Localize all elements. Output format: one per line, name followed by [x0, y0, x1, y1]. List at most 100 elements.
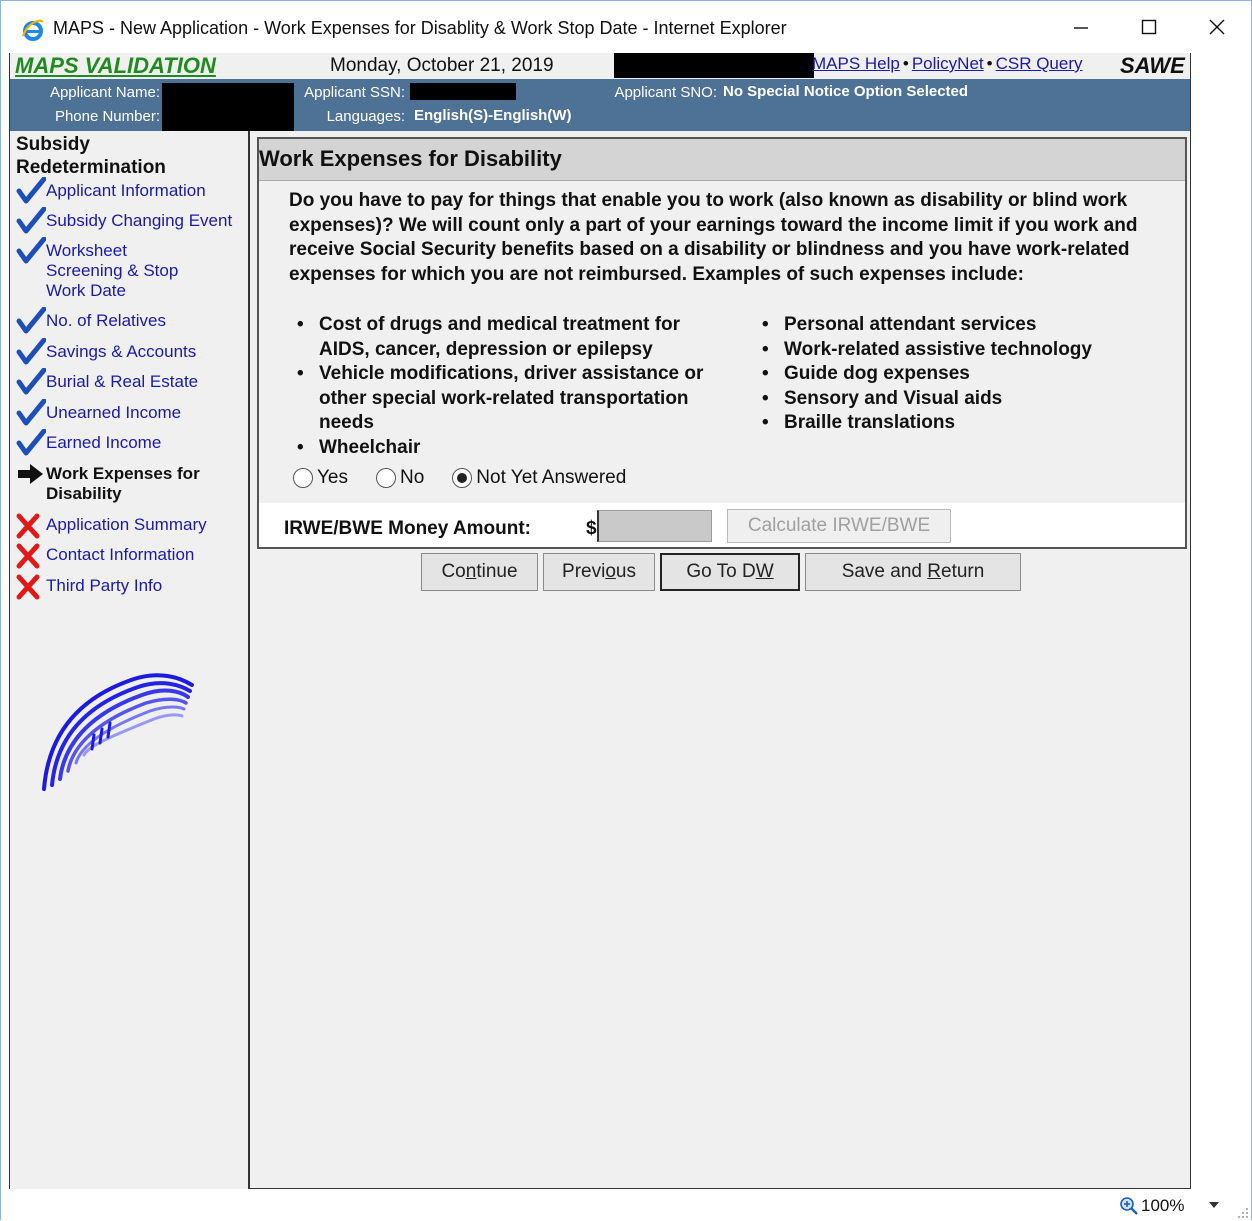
sidebar-item-earned-income[interactable]: Earned Income: [16, 429, 162, 457]
continue-button[interactable]: Co n tinue: [421, 553, 538, 591]
current-date: Monday, October 21, 2019: [330, 55, 554, 76]
radio-label: Not Yet Answered: [476, 467, 627, 488]
checkmark-icon: [16, 177, 46, 204]
sidebar-item-burial-real-estate[interactable]: Burial & Real Estate: [16, 368, 199, 396]
resize-grip-icon[interactable]: [1237, 1207, 1249, 1219]
sidebar-item-label: Worksheet Screening & Stop Work Date: [46, 241, 179, 300]
minimize-button[interactable]: [1057, 9, 1105, 45]
maximize-icon: [1141, 19, 1157, 35]
languages-value: English(S)-English(W): [414, 107, 572, 124]
button-text: tinue: [476, 561, 518, 582]
csr-query-link[interactable]: CSR Query: [996, 54, 1083, 73]
sidebar-item-unearned-income[interactable]: Unearned Income: [16, 399, 181, 427]
money-amount-row: IRWE/BWE Money Amount: $ Calculate IRWE/…: [259, 503, 1185, 547]
zoom-level[interactable]: 100%: [1141, 1196, 1184, 1216]
radio-button-selected[interactable]: [452, 468, 473, 488]
sidebar-title: Subsidy Redetermination: [16, 134, 166, 178]
work-expenses-panel: Work Expenses for Disability Do you have…: [257, 137, 1187, 549]
sidebar-item-label: Subsidy Changing Event: [46, 211, 233, 230]
question-text: Do you have to pay for things that enabl…: [289, 190, 1138, 285]
link-separator: •: [986, 54, 993, 73]
zoom-icon[interactable]: [1119, 1196, 1139, 1216]
access-key: R: [927, 561, 941, 582]
button-text: Save and: [841, 561, 928, 582]
list-item: Cost of drugs and medical treatment for …: [289, 313, 719, 362]
applicant-sno-label: Applicant SNO:: [614, 84, 717, 101]
expense-examples-right: Personal attendant services Work-related…: [754, 313, 1174, 436]
calculate-irwe-button[interactable]: Calculate IRWE/BWE: [727, 509, 951, 543]
radio-label: No: [400, 467, 425, 488]
section-header: Work Expenses for Disability: [259, 139, 1185, 181]
previous-button[interactable]: Previ o us: [543, 553, 655, 591]
radio-yes[interactable]: Yes: [293, 467, 348, 489]
minimize-icon: [1074, 27, 1088, 29]
maximize-button[interactable]: [1125, 9, 1173, 45]
internet-explorer-icon: [21, 19, 44, 41]
sidebar-item-third-party-info[interactable]: Third Party Info: [16, 574, 162, 601]
money-amount-label: IRWE/BWE Money Amount:: [284, 518, 531, 539]
list-item: Vehicle modifications, driver assistance…: [289, 362, 719, 436]
x-mark-icon: [16, 513, 40, 539]
list-item: Sensory and Visual aids: [754, 387, 1174, 412]
sidebar-item-application-summary[interactable]: Application Summary: [16, 513, 207, 540]
answer-radio-group: Yes No Not Yet Answered: [293, 467, 654, 489]
redacted-applicant-name: [162, 83, 294, 131]
checkmark-icon: [16, 237, 46, 264]
money-amount-input[interactable]: [597, 510, 712, 542]
sidebar-item-label: No. of Relatives: [46, 311, 166, 330]
x-mark-icon: [16, 574, 40, 600]
close-button[interactable]: [1193, 9, 1241, 45]
list-item: Braille translations: [754, 411, 1174, 436]
sidebar-item-label: Burial & Real Estate: [46, 372, 199, 391]
window-title: MAPS - New Application - Work Expenses f…: [53, 18, 787, 38]
arrow-right-icon: [18, 464, 43, 484]
sidebar-item-work-expenses[interactable]: Work Expenses for Disability: [16, 464, 216, 504]
go-to-dw-button[interactable]: Go To DW: [660, 553, 800, 591]
radio-button[interactable]: [376, 468, 396, 488]
radio-dot: [457, 473, 468, 483]
checkmark-icon: [16, 399, 46, 426]
checkmark-icon: [16, 368, 46, 395]
sidebar-item-label: Earned Income: [46, 433, 162, 452]
radio-not-yet-answered[interactable]: Not Yet Answered: [452, 467, 626, 489]
policynet-link[interactable]: PolicyNet: [912, 54, 984, 73]
radio-button[interactable]: [293, 468, 313, 488]
browser-window: MAPS - New Application - Work Expenses f…: [0, 0, 1252, 1221]
maps-validation-link[interactable]: MAPS VALIDATION: [15, 53, 216, 79]
checkmark-icon: [16, 429, 46, 456]
button-text: Co: [441, 561, 466, 582]
radio-label: Yes: [317, 467, 348, 488]
sidebar-item-contact-information[interactable]: Contact Information: [16, 543, 195, 570]
sidebar-item-label: Contact Information: [46, 545, 195, 564]
checkmark-icon: [16, 338, 46, 365]
access-key: W: [755, 561, 774, 582]
sidebar-item-label: Work Expenses for Disability: [46, 464, 200, 503]
x-mark-icon: [16, 543, 40, 569]
currency-symbol: $: [586, 518, 597, 539]
sawe-label: SAWE: [1120, 53, 1185, 78]
sidebar-item-subsidy-changing-event[interactable]: Subsidy Changing Event: [16, 207, 233, 235]
applicant-sno-value: No Special Notice Option Selected: [723, 83, 969, 100]
radio-no[interactable]: No: [376, 467, 424, 489]
list-item: Wheelchair: [289, 436, 719, 461]
redacted-block: [614, 53, 814, 78]
list-item: Personal attendant services: [754, 313, 1174, 338]
maps-help-link[interactable]: MAPS Help: [812, 54, 900, 73]
ssa-eagle-logo: [42, 673, 194, 791]
expense-examples-left: Cost of drugs and medical treatment for …: [289, 313, 719, 460]
access-key: o: [605, 561, 616, 582]
applicant-info-bar: Applicant Name: Phone Number: Applicant …: [10, 79, 1190, 131]
status-bar: 100%: [1, 1191, 1251, 1221]
title-bar: MAPS - New Application - Work Expenses f…: [1, 1, 1251, 53]
chevron-down-icon[interactable]: [1207, 1198, 1221, 1212]
sidebar-item-applicant-information[interactable]: Applicant Information: [16, 177, 206, 205]
button-text: Previ: [562, 561, 606, 582]
sidebar-item-label: Applicant Information: [46, 181, 206, 200]
phone-number-label: Phone Number:: [54, 108, 160, 125]
sidebar-item-no-of-relatives[interactable]: No. of Relatives: [16, 307, 166, 335]
sidebar-item-label: Savings & Accounts: [46, 342, 197, 361]
sidebar-item-savings-accounts[interactable]: Savings & Accounts: [16, 338, 197, 366]
applicant-ssn-label: Applicant SSN:: [304, 84, 405, 101]
sidebar-item-worksheet[interactable]: Worksheet Screening & Stop Work Date: [16, 237, 206, 301]
save-and-return-button[interactable]: Save and Return: [805, 553, 1021, 591]
